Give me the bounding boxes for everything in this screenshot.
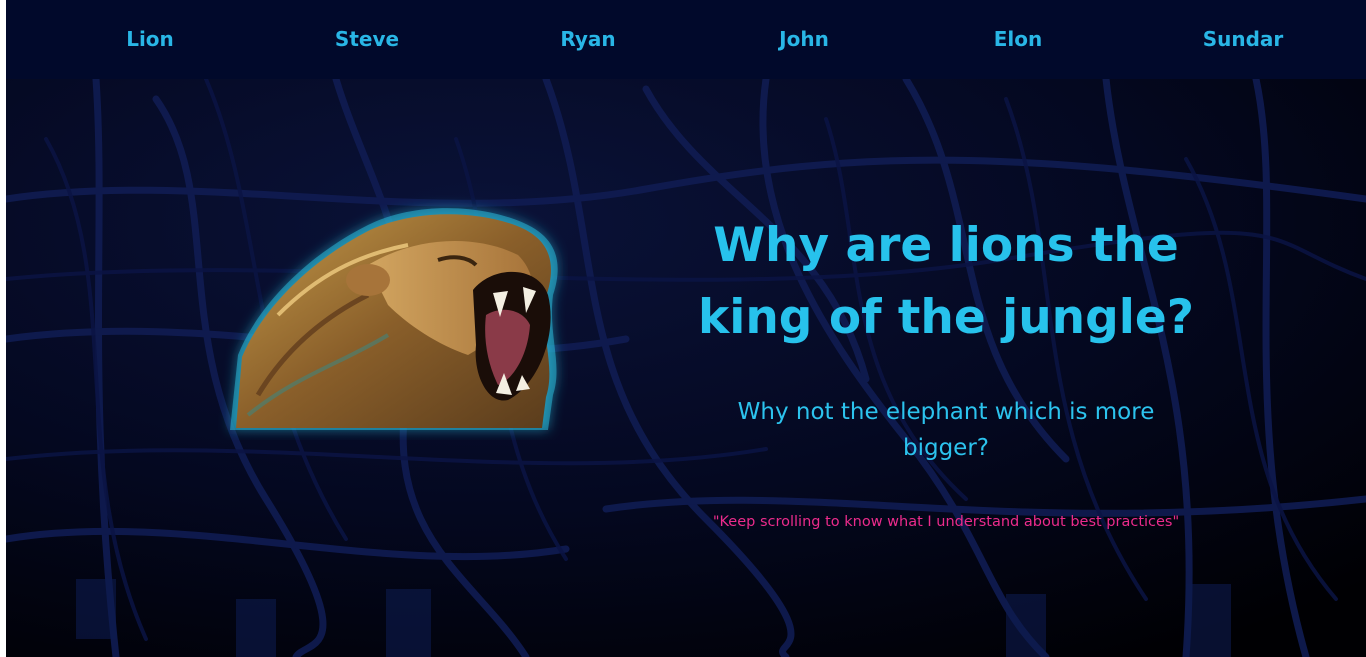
nav-link-ryan[interactable]: Ryan — [560, 27, 615, 51]
nav-link-lion[interactable]: Lion — [126, 27, 174, 51]
hero-quote: "Keep scrolling to know what I understan… — [712, 514, 1180, 530]
nav-link-john[interactable]: John — [779, 27, 829, 51]
nav-link-elon[interactable]: Elon — [994, 27, 1043, 51]
nav-link-sundar[interactable]: Sundar — [1203, 27, 1284, 51]
nav-link-steve[interactable]: Steve — [335, 27, 399, 51]
hero-subtitle: Why not the elephant which is more bigge… — [737, 399, 1155, 461]
page: Lion Steve Ryan John Elon Sundar Why are… — [6, 0, 1366, 657]
top-navbar: Lion Steve Ryan John Elon Sundar — [6, 0, 1366, 79]
roaring-lion-image — [230, 208, 558, 430]
hero-title: Why are lions the king of the jungle? — [697, 218, 1195, 345]
cables-background-image — [6, 79, 1366, 657]
